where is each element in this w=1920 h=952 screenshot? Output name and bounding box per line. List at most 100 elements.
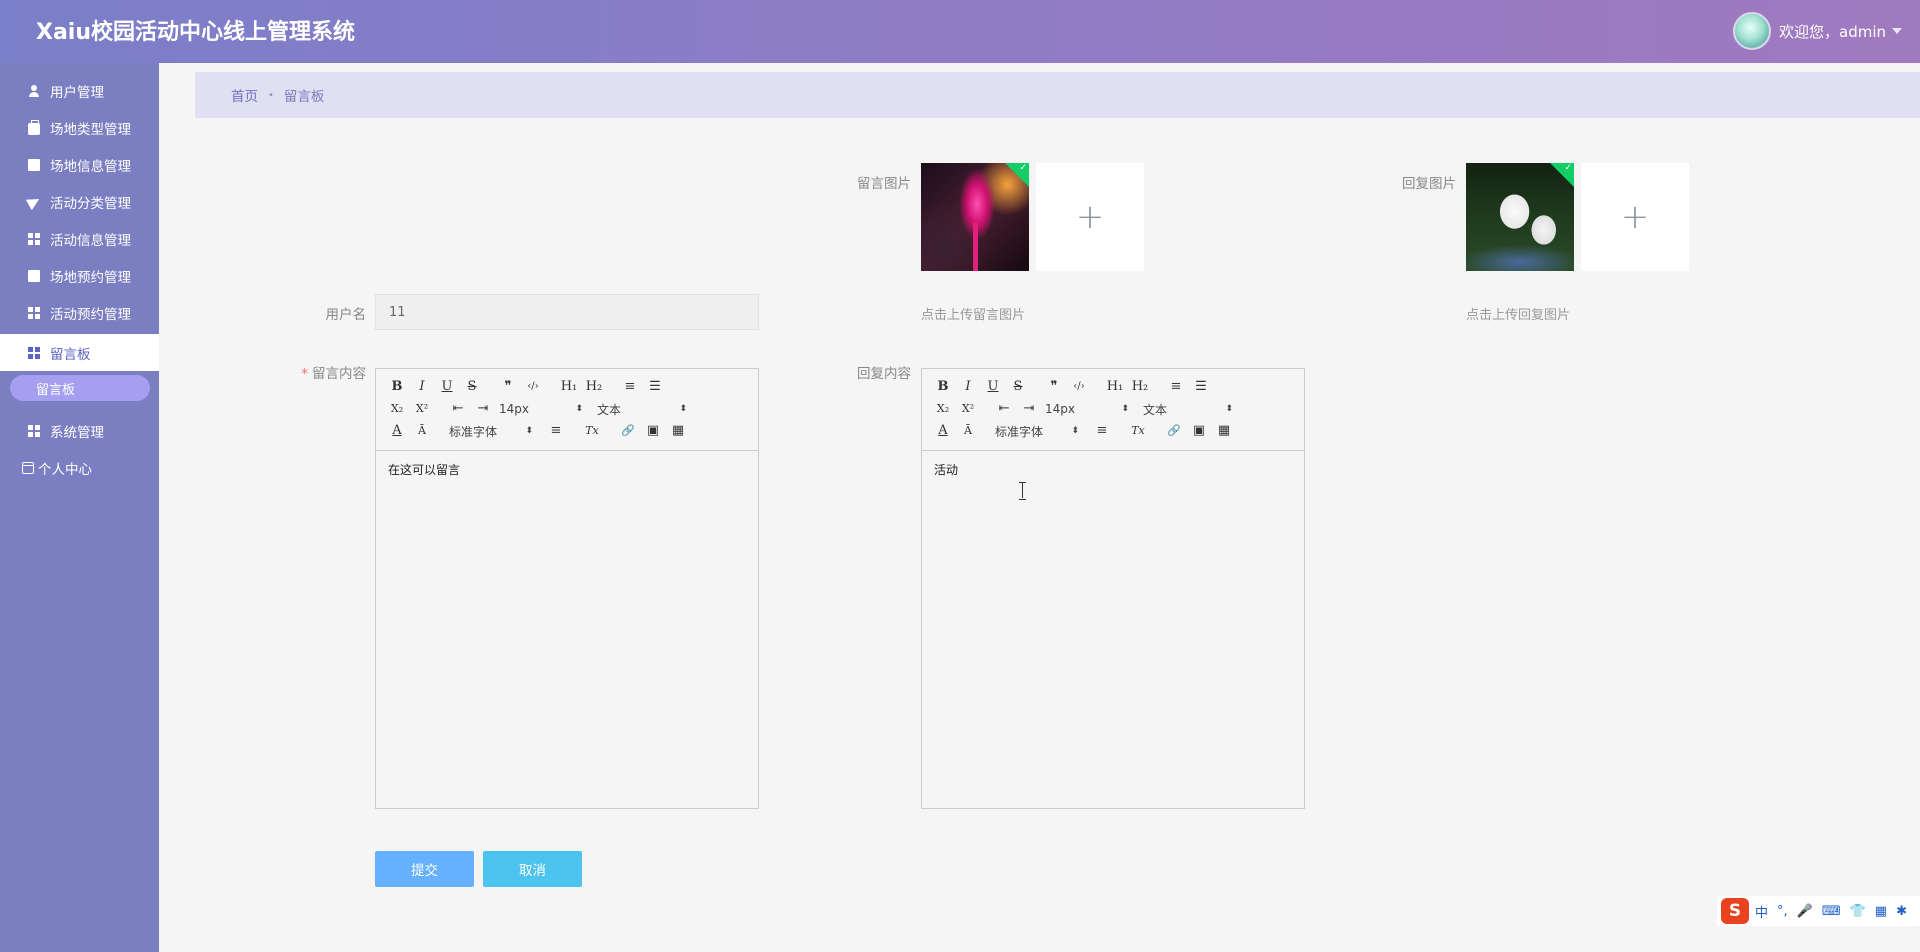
sidebar-item-message-board[interactable]: 留言板 (0, 334, 159, 371)
clean-format-button[interactable]: Tx (1129, 422, 1147, 440)
welcome-text[interactable]: 欢迎您，admin (1779, 21, 1886, 42)
cancel-button[interactable]: 取消 (483, 851, 582, 887)
sidebar-item-personal-center[interactable]: 个人中心 (0, 449, 159, 486)
link-button[interactable]: 🔗 (1165, 422, 1183, 440)
h1-button[interactable]: H₁ (1106, 378, 1124, 396)
video-button[interactable]: ▦ (669, 422, 687, 440)
reply-content-editor[interactable]: B I U S ❞ ‹/› H₁ H₂ ≡ ☰ X₂ X² ⇤ ⇥ 14px ⬍ … (921, 368, 1305, 809)
toolbox-icon[interactable]: ▦ (1875, 904, 1887, 919)
sidebar-item-label: 系统管理 (50, 424, 104, 441)
underline-button[interactable]: U (438, 378, 456, 396)
grid-icon (28, 346, 40, 359)
reply-image-upload-button[interactable]: + (1581, 163, 1689, 271)
header-select[interactable]: 文本 ⬍ (597, 401, 687, 418)
italic-button[interactable]: I (413, 378, 431, 396)
ime-punctuation-toggle[interactable]: °, (1777, 904, 1788, 919)
message-image-hint: 点击上传留言图片 (921, 308, 1026, 323)
strike-button[interactable]: S (1009, 378, 1027, 396)
subscript-button[interactable]: X₂ (934, 400, 952, 418)
font-color-button[interactable]: A (388, 422, 406, 440)
submit-button[interactable]: 提交 (375, 851, 474, 887)
link-button[interactable]: 🔗 (619, 422, 637, 440)
sidebar-item-activity-booking[interactable]: 活动预约管理 (0, 294, 159, 331)
select-arrow-icon: ⬍ (1225, 404, 1233, 414)
ordered-list-button[interactable]: ≡ (621, 378, 639, 396)
sogou-logo-icon[interactable]: S (1721, 898, 1749, 924)
code-button[interactable]: ‹/› (1070, 378, 1088, 396)
sidebar-item-venue-booking[interactable]: 场地预约管理 (0, 257, 159, 294)
sidebar-item-activity-info[interactable]: 活动信息管理 (0, 220, 159, 257)
grid-icon (28, 424, 40, 437)
outdent-button[interactable]: ⇤ (449, 400, 467, 418)
sidebar-item-venue-info[interactable]: 场地信息管理 (0, 146, 159, 183)
bullet-list-button[interactable]: ☰ (1192, 378, 1210, 396)
align-button[interactable]: ≡ (1093, 422, 1111, 440)
settings-icon[interactable]: ✱ (1896, 904, 1907, 919)
message-content-label-text: 留言内容 (312, 366, 366, 382)
message-image-thumbnail[interactable] (921, 163, 1029, 271)
sidebar-item-label: 活动预约管理 (50, 306, 131, 323)
editor-content[interactable]: 在这可以留言 (376, 451, 758, 488)
plus-icon: + (1075, 197, 1105, 237)
message-content-editor[interactable]: B I U S ❞ ‹/› H₁ H₂ ≡ ☰ X₂ X² ⇤ ⇥ 14px ⬍ … (375, 368, 759, 809)
keyboard-icon[interactable]: ⌨ (1822, 904, 1841, 919)
superscript-button[interactable]: X² (959, 400, 977, 418)
sidebar-item-system[interactable]: 系统管理 (0, 412, 159, 449)
breadcrumb: 首页 • 留言板 (195, 72, 1920, 118)
sidebar-item-user-management[interactable]: 用户管理 (0, 72, 159, 109)
align-button[interactable]: ≡ (547, 422, 565, 440)
skin-icon[interactable]: 👕 (1850, 904, 1866, 919)
username-input[interactable]: 11 (375, 294, 759, 330)
blockquote-button[interactable]: ❞ (499, 378, 517, 396)
h1-button[interactable]: H₁ (560, 378, 578, 396)
sidebar-item-label: 场地预约管理 (50, 269, 131, 286)
font-color-button[interactable]: A (934, 422, 952, 440)
monitor-icon (28, 269, 40, 282)
breadcrumb-home[interactable]: 首页 (231, 85, 258, 105)
sidebar-item-activity-category[interactable]: 活动分类管理 (0, 183, 159, 220)
reply-content-label: 回复内容 (857, 366, 911, 382)
image-button[interactable]: ▣ (1190, 422, 1208, 440)
header-select[interactable]: 文本 ⬍ (1143, 401, 1233, 418)
microphone-icon[interactable]: 🎤 (1797, 904, 1813, 919)
upload-success-icon (1005, 163, 1029, 187)
clean-format-button[interactable]: Tx (583, 422, 601, 440)
username-label: 用户名 (325, 307, 367, 323)
h2-button[interactable]: H₂ (1131, 378, 1149, 396)
font-size-select[interactable]: 14px ⬍ (1045, 402, 1129, 416)
background-color-button[interactable]: Ā (413, 422, 431, 440)
h2-button[interactable]: H₂ (585, 378, 603, 396)
bold-button[interactable]: B (388, 378, 406, 396)
font-family-select[interactable]: 标准字体 ⬍ (449, 423, 533, 440)
code-button[interactable]: ‹/› (524, 378, 542, 396)
ime-toolbar[interactable]: S 中 °, 🎤 ⌨ 👕 ▦ ✱ (1717, 896, 1920, 926)
bullet-list-button[interactable]: ☰ (646, 378, 664, 396)
blockquote-button[interactable]: ❞ (1045, 378, 1063, 396)
user-menu[interactable]: 欢迎您，admin (1733, 12, 1902, 50)
editor-content[interactable]: 活动 (922, 451, 1304, 488)
select-arrow-icon: ⬍ (1121, 404, 1129, 414)
font-family-select[interactable]: 标准字体 ⬍ (995, 423, 1079, 440)
caret-down-icon[interactable] (1892, 28, 1902, 34)
image-button[interactable]: ▣ (644, 422, 662, 440)
indent-button[interactable]: ⇥ (1020, 400, 1038, 418)
video-button[interactable]: ▦ (1215, 422, 1233, 440)
select-arrow-icon: ⬍ (575, 404, 583, 414)
ordered-list-button[interactable]: ≡ (1167, 378, 1185, 396)
background-color-button[interactable]: Ā (959, 422, 977, 440)
reply-image-thumbnail[interactable] (1466, 163, 1574, 271)
sidebar-item-venue-type[interactable]: 场地类型管理 (0, 109, 159, 146)
ime-language-toggle[interactable]: 中 (1755, 902, 1768, 921)
subscript-button[interactable]: X₂ (388, 400, 406, 418)
underline-button[interactable]: U (984, 378, 1002, 396)
font-size-select[interactable]: 14px ⬍ (499, 402, 583, 416)
bold-button[interactable]: B (934, 378, 952, 396)
superscript-button[interactable]: X² (413, 400, 431, 418)
avatar[interactable] (1733, 12, 1771, 50)
sidebar-subitem-message-board[interactable]: 留言板 (10, 375, 150, 401)
message-image-upload-button[interactable]: + (1036, 163, 1144, 271)
strike-button[interactable]: S (463, 378, 481, 396)
indent-button[interactable]: ⇥ (474, 400, 492, 418)
outdent-button[interactable]: ⇤ (995, 400, 1013, 418)
italic-button[interactable]: I (959, 378, 977, 396)
